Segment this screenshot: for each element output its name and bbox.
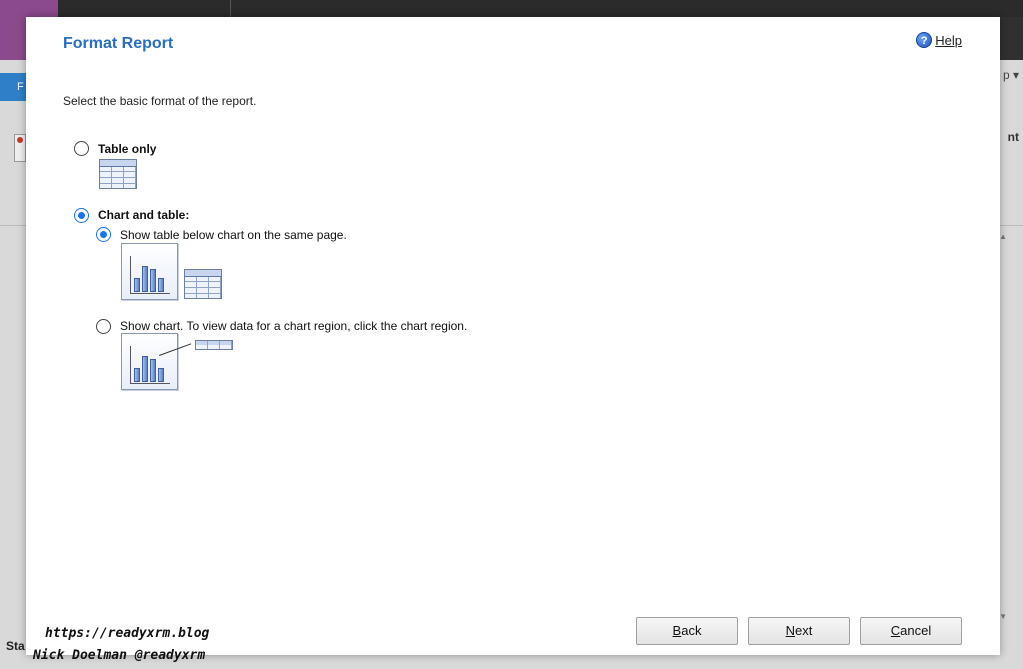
chart-and-table-radio[interactable] [74, 208, 89, 223]
watermark-author: Nick Doelman @readyxrm [33, 648, 206, 663]
app-top-bar [0, 0, 1023, 60]
format-report-dialog: Format Report ? Help Select the basic fo… [26, 17, 1000, 655]
table-below-chart-label[interactable]: Show table below chart on the same page. [120, 228, 347, 242]
background-report-icon [14, 134, 26, 162]
next-button-label: ext [795, 623, 813, 638]
table-below-chart-radio[interactable] [96, 227, 111, 242]
cancel-button-label: ancel [900, 623, 932, 638]
show-chart-only-radio[interactable] [96, 319, 111, 334]
background-menu[interactable]: p ▾ [1003, 68, 1019, 82]
table-icon [99, 159, 137, 189]
help-icon: ? [916, 32, 933, 48]
back-button-accel: B [672, 623, 682, 638]
mini-table-icon [195, 340, 233, 350]
cancel-button[interactable]: Cancel [860, 617, 962, 645]
background-label: nt [1007, 130, 1019, 144]
status-bar-text: Sta [6, 639, 25, 653]
top-bar-divider [230, 0, 231, 17]
watermark-url: https://readyxrm.blog [45, 626, 210, 641]
back-button-label: ack [681, 623, 702, 638]
background-divider-right [997, 225, 1023, 226]
drilldown-chart-icon [121, 333, 178, 390]
table-only-label[interactable]: Table only [98, 142, 156, 156]
dialog-instructions: Select the basic format of the report. [63, 94, 257, 108]
background-tab-label: F [17, 81, 24, 93]
next-button-accel: N [785, 623, 796, 638]
chart-icon [121, 243, 178, 300]
chart-and-table-label[interactable]: Chart and table: [98, 208, 189, 222]
cancel-button-accel: C [890, 623, 901, 638]
help-label: Help [935, 32, 962, 48]
help-link[interactable]: ? Help [916, 32, 962, 48]
show-chart-only-label[interactable]: Show chart. To view data for a chart reg… [120, 319, 467, 333]
background-tab[interactable]: F [0, 73, 26, 101]
app-launcher-tile-lower [0, 17, 26, 60]
scroll-up-icon[interactable]: ▲ [999, 232, 1007, 241]
next-button[interactable]: Next [748, 617, 850, 645]
background-divider-left [0, 225, 26, 226]
scroll-down-icon[interactable]: ▼ [999, 612, 1007, 621]
table-below-icon [184, 269, 222, 299]
back-button[interactable]: Back [636, 617, 738, 645]
table-only-radio[interactable] [74, 141, 89, 156]
dialog-title: Format Report [63, 35, 174, 52]
